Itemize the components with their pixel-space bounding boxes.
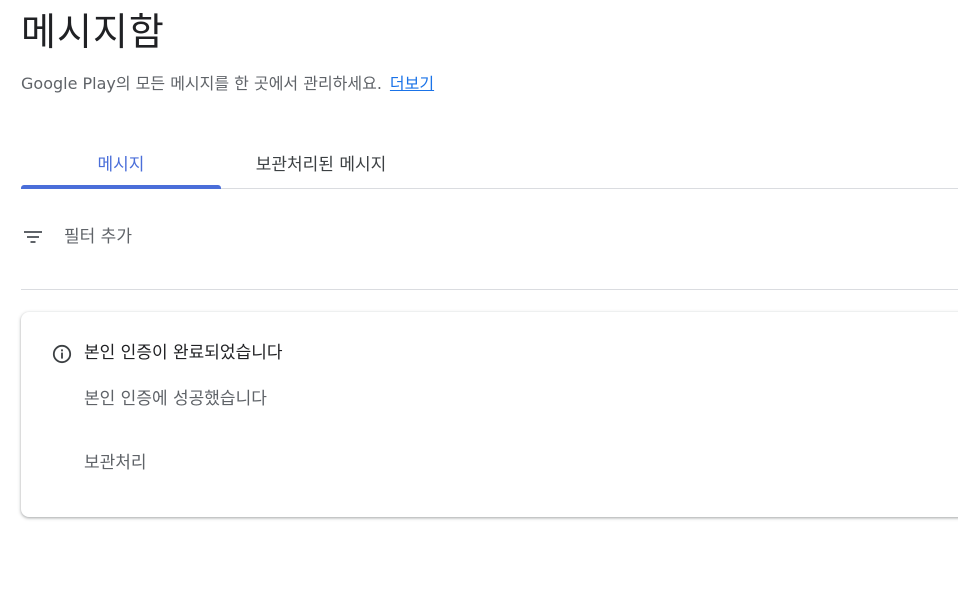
inbox-page: 메시지함 Google Play의 모든 메시지를 한 곳에서 관리하세요. 더보…	[0, 0, 958, 615]
tab-archived-messages[interactable]: 보관처리된 메시지	[221, 136, 421, 188]
learn-more-link[interactable]: 더보기	[390, 74, 434, 93]
tab-messages[interactable]: 메시지	[21, 136, 221, 189]
page-subtitle: Google Play의 모든 메시지를 한 곳에서 관리하세요. 더보기	[21, 72, 434, 96]
archive-button[interactable]: 보관처리	[84, 450, 147, 476]
filter-bar: 필터 추가	[21, 212, 958, 290]
inbox-tabs: 메시지 보관처리된 메시지	[21, 136, 958, 189]
message-body: 본인 인증에 성공했습니다	[84, 389, 267, 409]
message-card: 본인 인증이 완료되었습니다 본인 인증에 성공했습니다 보관처리	[21, 312, 958, 517]
page-title: 메시지함	[21, 10, 165, 54]
info-icon	[52, 344, 72, 364]
add-filter-button[interactable]: 필터 추가	[64, 224, 132, 250]
subtitle-text: Google Play의 모든 메시지를 한 곳에서 관리하세요.	[21, 74, 382, 93]
filter-list-icon[interactable]	[24, 230, 42, 244]
message-title: 본인 인증이 완료되었습니다	[84, 343, 283, 363]
